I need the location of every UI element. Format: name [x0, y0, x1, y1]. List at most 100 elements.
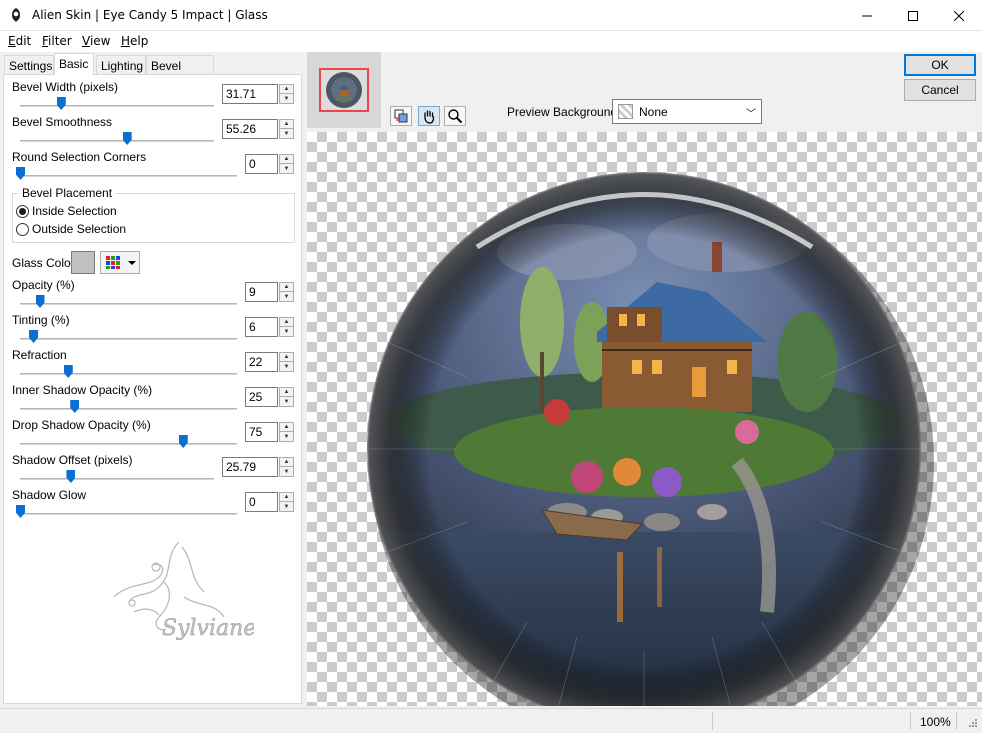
- inner-shadow-input[interactable]: 25: [245, 387, 278, 407]
- shadow-offset-input[interactable]: 25.79: [222, 457, 278, 477]
- drop-shadow-slider[interactable]: [20, 443, 237, 445]
- radio-outside-label: Outside Selection: [32, 222, 127, 236]
- glass-color-control: Glass Color: [12, 251, 302, 275]
- spin-down-icon[interactable]: ▼: [280, 164, 293, 173]
- menu-bar: Edit Filter View Help: [0, 31, 982, 52]
- spin-up-icon[interactable]: ▲: [280, 423, 293, 432]
- spin-down-icon[interactable]: ▼: [280, 94, 293, 103]
- transparency-swatch-icon: [618, 104, 633, 119]
- shadow-offset-slider-thumb[interactable]: [66, 470, 76, 483]
- ok-button[interactable]: OK: [904, 54, 976, 76]
- watermark-text: Sylviane: [162, 616, 254, 641]
- bevel-width-control: Bevel Width (pixels) 31.71 ▲ ▼: [4, 80, 301, 115]
- shadow-offset-spinner[interactable]: ▲ ▼: [279, 457, 294, 477]
- round-corners-slider-thumb[interactable]: [16, 167, 25, 180]
- refraction-slider-thumb[interactable]: [63, 365, 73, 378]
- bevel-width-slider[interactable]: [20, 105, 214, 107]
- inner-shadow-slider[interactable]: [20, 408, 237, 410]
- preview-canvas[interactable]: [307, 132, 982, 706]
- cancel-button[interactable]: Cancel: [904, 79, 976, 101]
- drop-shadow-slider-thumb[interactable]: [178, 435, 188, 448]
- thumbnail-image: [326, 72, 362, 108]
- drop-shadow-input[interactable]: 75: [245, 422, 278, 442]
- round-corners-slider[interactable]: [20, 175, 237, 177]
- tab-bevel-profile[interactable]: Bevel Profile: [146, 55, 214, 87]
- spin-down-icon[interactable]: ▼: [280, 397, 293, 406]
- spin-down-icon[interactable]: ▼: [280, 467, 293, 476]
- spin-down-icon[interactable]: ▼: [280, 432, 293, 441]
- spin-up-icon[interactable]: ▲: [280, 493, 293, 502]
- refraction-label: Refraction: [12, 348, 67, 362]
- spin-down-icon[interactable]: ▼: [280, 292, 293, 301]
- minimize-button[interactable]: [844, 0, 890, 31]
- tinting-slider[interactable]: [20, 338, 237, 340]
- bevel-width-slider-thumb[interactable]: [56, 97, 66, 110]
- spin-up-icon[interactable]: ▲: [280, 120, 293, 129]
- opacity-input[interactable]: 9: [245, 282, 278, 302]
- refraction-input[interactable]: 22: [245, 352, 278, 372]
- spin-up-icon[interactable]: ▲: [280, 318, 293, 327]
- opacity-spinner[interactable]: ▲ ▼: [279, 282, 294, 302]
- tinting-spinner[interactable]: ▲ ▼: [279, 317, 294, 337]
- hand-tool-button[interactable]: [418, 106, 440, 126]
- navigator-thumbnail[interactable]: [307, 52, 381, 128]
- close-button[interactable]: [936, 0, 982, 31]
- opacity-slider-thumb[interactable]: [35, 295, 45, 308]
- bevel-width-spinner[interactable]: ▲ ▼: [279, 84, 294, 104]
- spin-up-icon[interactable]: ▲: [280, 85, 293, 94]
- resize-grip-icon[interactable]: [966, 718, 978, 730]
- spin-down-icon[interactable]: ▼: [280, 327, 293, 336]
- tab-settings[interactable]: Settings: [4, 55, 54, 75]
- glass-color-swatch[interactable]: [71, 251, 95, 274]
- spin-up-icon[interactable]: ▲: [280, 388, 293, 397]
- inner-shadow-slider-thumb[interactable]: [70, 400, 80, 413]
- round-corners-spinner[interactable]: ▲ ▼: [279, 154, 294, 174]
- opacity-slider[interactable]: [20, 303, 237, 305]
- shadow-glow-slider[interactable]: [20, 513, 237, 515]
- round-corners-control: Round Selection Corners 0 ▲ ▼: [4, 150, 301, 185]
- tinting-slider-thumb[interactable]: [29, 330, 39, 343]
- spin-down-icon[interactable]: ▼: [280, 502, 293, 511]
- tinting-control: Tinting (%) 6 ▲ ▼: [4, 313, 301, 348]
- menu-edit[interactable]: Edit: [8, 34, 31, 48]
- tab-basic[interactable]: Basic: [54, 53, 94, 75]
- shadow-offset-slider[interactable]: [20, 478, 214, 480]
- tinting-input[interactable]: 6: [245, 317, 278, 337]
- shadow-glow-input[interactable]: 0: [245, 492, 278, 512]
- menu-help[interactable]: Help: [121, 34, 148, 48]
- refraction-spinner[interactable]: ▲ ▼: [279, 352, 294, 372]
- drop-shadow-spinner[interactable]: ▲ ▼: [279, 422, 294, 442]
- spin-down-icon[interactable]: ▼: [280, 129, 293, 138]
- menu-filter[interactable]: Filter: [42, 34, 72, 48]
- radio-inside-selection[interactable]: Inside Selection: [16, 204, 117, 218]
- shadow-glow-spinner[interactable]: ▲ ▼: [279, 492, 294, 512]
- inner-shadow-spinner[interactable]: ▲ ▼: [279, 387, 294, 407]
- hand-icon: [424, 110, 435, 124]
- navigator-viewport-frame[interactable]: [319, 68, 369, 112]
- color-picker-button[interactable]: [100, 251, 140, 274]
- bevel-smoothness-input[interactable]: 55.26: [222, 119, 278, 139]
- spin-up-icon[interactable]: ▲: [280, 458, 293, 467]
- maximize-button[interactable]: [890, 0, 936, 31]
- preview-area: Preview Background: None ﹀: [307, 52, 982, 706]
- spin-up-icon[interactable]: ▲: [280, 283, 293, 292]
- zoom-tool-button[interactable]: [444, 106, 466, 126]
- tab-lighting[interactable]: Lighting: [96, 55, 146, 75]
- inner-shadow-control: Inner Shadow Opacity (%) 25 ▲ ▼: [4, 383, 301, 418]
- bevel-smoothness-slider[interactable]: [20, 140, 214, 142]
- spin-up-icon[interactable]: ▲: [280, 155, 293, 164]
- preview-toggle-button[interactable]: [390, 106, 412, 126]
- menu-view[interactable]: View: [82, 34, 110, 48]
- shadow-glow-label: Shadow Glow: [12, 488, 87, 502]
- bevel-smoothness-slider-thumb[interactable]: [122, 132, 132, 145]
- spin-up-icon[interactable]: ▲: [280, 353, 293, 362]
- radio-outside-selection[interactable]: Outside Selection: [16, 222, 126, 236]
- status-bar: 100%: [0, 708, 982, 733]
- preview-background-select[interactable]: None ﹀: [612, 99, 762, 124]
- shadow-glow-slider-thumb[interactable]: [16, 505, 25, 518]
- refraction-slider[interactable]: [20, 373, 237, 375]
- bevel-width-input[interactable]: 31.71: [222, 84, 278, 104]
- bevel-smoothness-spinner[interactable]: ▲ ▼: [279, 119, 294, 139]
- round-corners-input[interactable]: 0: [245, 154, 278, 174]
- spin-down-icon[interactable]: ▼: [280, 362, 293, 371]
